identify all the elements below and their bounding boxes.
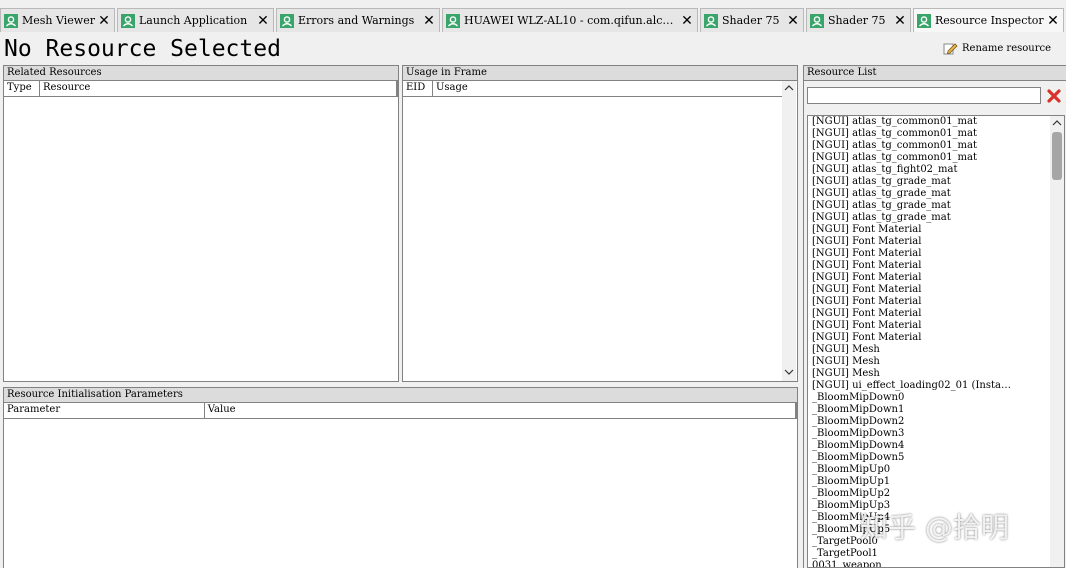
scrollbar-thumb[interactable] (1052, 132, 1062, 180)
tab-mesh-viewer[interactable]: Mesh Viewer ✕ (0, 8, 115, 32)
tab-shader-75-2[interactable]: Shader 75 ✕ (806, 8, 911, 32)
close-icon[interactable]: ✕ (96, 13, 112, 29)
list-item[interactable]: [NGUI] Mesh (812, 344, 1037, 356)
list-item[interactable]: [NGUI] atlas_tg_common01_mat (812, 140, 1037, 152)
list-item[interactable]: [NGUI] Font Material (812, 272, 1037, 284)
tab-label: HUAWEI WLZ-AL10 - com.qifun.alche… (464, 14, 679, 27)
column-value[interactable]: Value (205, 403, 796, 418)
tab-shader-75[interactable]: Shader 75 ✕ (700, 8, 804, 32)
user-icon (810, 13, 824, 28)
tab-bar: Mesh Viewer ✕ Launch Application ✕ Error… (0, 8, 1066, 32)
list-item[interactable]: [NGUI] atlas_tg_grade_mat (812, 188, 1037, 200)
list-item[interactable]: [NGUI] atlas_tg_grade_mat (812, 200, 1037, 212)
init-params-header: Parameter Value (4, 403, 797, 419)
list-item[interactable]: 0031_weapon (812, 560, 1037, 567)
list-item[interactable]: [NGUI] Font Material (812, 260, 1037, 272)
list-item[interactable]: _BloomMipDown0 (812, 392, 1037, 404)
user-icon (917, 13, 931, 28)
tab-label: Resource Inspector (935, 14, 1044, 27)
tab-label: Shader 75 (828, 14, 886, 27)
chevron-up-icon[interactable] (782, 81, 796, 95)
panel-title: Related Resources (4, 66, 398, 81)
related-resources-panel: Related Resources Type Resource (3, 65, 399, 382)
tab-label: Mesh Viewer (22, 14, 95, 27)
list-item[interactable]: [NGUI] Font Material (812, 332, 1037, 344)
list-item[interactable]: [NGUI] atlas_tg_grade_mat (812, 176, 1037, 188)
list-item[interactable]: [NGUI] Font Material (812, 320, 1037, 332)
tab-label: Launch Application (139, 14, 248, 27)
list-item[interactable]: _BloomMipUp0 (812, 464, 1037, 476)
list-item[interactable]: [NGUI] atlas_tg_grade_mat (812, 212, 1037, 224)
related-resources-header: Type Resource (4, 81, 398, 97)
list-item[interactable]: [NGUI] Font Material (812, 236, 1037, 248)
list-item[interactable]: [NGUI] atlas_tg_fight02_mat (812, 164, 1037, 176)
resource-init-params-panel: Resource Initialisation Parameters Param… (3, 387, 798, 568)
list-item[interactable]: [NGUI] Mesh (812, 368, 1037, 380)
column-type[interactable]: Type (4, 81, 40, 96)
list-item[interactable]: _BloomMipDown1 (812, 404, 1037, 416)
pencil-icon (943, 43, 958, 55)
user-icon (704, 13, 718, 28)
resource-search-input[interactable] (807, 87, 1041, 104)
close-icon[interactable]: ✕ (785, 13, 801, 29)
resource-search-row (807, 87, 1065, 107)
column-parameter[interactable]: Parameter (4, 403, 205, 418)
rename-resource-button[interactable]: Rename resource (942, 40, 1051, 56)
list-item[interactable]: [NGUI] Font Material (812, 296, 1037, 308)
list-item[interactable]: _BloomMipUp2 (812, 488, 1037, 500)
column-eid[interactable]: EID (403, 81, 433, 96)
chevron-down-icon[interactable] (782, 365, 796, 379)
list-item[interactable]: [NGUI] ui_effect_loading02_01 (Insta… (812, 380, 1037, 392)
list-item[interactable]: [NGUI] Font Material (812, 308, 1037, 320)
panel-title: Resource Initialisation Parameters (4, 388, 797, 403)
list-item[interactable]: _BloomMipUp1 (812, 476, 1037, 488)
list-item[interactable]: _BloomMipDown2 (812, 416, 1037, 428)
close-icon[interactable]: ✕ (1045, 13, 1061, 29)
close-icon[interactable]: ✕ (255, 13, 271, 29)
list-item[interactable]: _BloomMipDown3 (812, 428, 1037, 440)
close-icon[interactable]: ✕ (421, 13, 437, 29)
resource-list-scrollbar[interactable] (1050, 116, 1064, 567)
list-item[interactable]: [NGUI] Mesh (812, 356, 1037, 368)
user-icon (280, 13, 294, 28)
column-usage[interactable]: Usage (433, 81, 783, 96)
watermark: 知乎 @拾明 (860, 511, 1009, 544)
tab-huawei-capture[interactable]: HUAWEI WLZ-AL10 - com.qifun.alche… ✕ (442, 8, 698, 32)
list-item[interactable]: [NGUI] atlas_tg_common01_mat (812, 128, 1037, 140)
list-item[interactable]: _BloomMipDown4 (812, 440, 1037, 452)
tab-label: Errors and Warnings (298, 14, 415, 27)
list-item[interactable]: [NGUI] atlas_tg_common01_mat (812, 152, 1037, 164)
resource-list-items: [NGUI] atlas_tg_common01_mat [NGUI] atla… (808, 116, 1064, 567)
list-item[interactable]: [NGUI] Font Material (812, 224, 1037, 236)
user-icon (121, 13, 135, 28)
usage-in-frame-header: EID Usage (403, 81, 784, 97)
chevron-up-icon[interactable] (1050, 116, 1064, 130)
clear-search-icon[interactable] (1046, 88, 1062, 104)
usage-in-frame-panel: Usage in Frame EID Usage (402, 65, 798, 382)
list-item[interactable]: [NGUI] Font Material (812, 248, 1037, 260)
column-resource[interactable]: Resource (40, 81, 397, 96)
close-icon[interactable]: ✕ (679, 13, 695, 29)
tab-errors-and-warnings[interactable]: Errors and Warnings ✕ (276, 8, 440, 32)
rename-label: Rename resource (962, 42, 1052, 54)
tab-launch-application[interactable]: Launch Application ✕ (117, 8, 274, 32)
close-icon[interactable]: ✕ (892, 13, 908, 29)
list-item[interactable]: [NGUI] Font Material (812, 284, 1037, 296)
tab-label: Shader 75 (722, 14, 780, 27)
list-item[interactable]: _TargetPool1 (812, 548, 1037, 560)
page-title: No Resource Selected (4, 36, 281, 62)
panel-title: Usage in Frame (403, 66, 797, 81)
user-icon (446, 13, 460, 28)
user-icon (4, 13, 18, 28)
usage-scrollbar[interactable] (782, 81, 796, 381)
resource-list: [NGUI] atlas_tg_common01_mat [NGUI] atla… (807, 115, 1065, 568)
tab-resource-inspector[interactable]: Resource Inspector ✕ (913, 8, 1064, 32)
list-item[interactable]: _BloomMipDown5 (812, 452, 1037, 464)
panel-title: Resource List (804, 66, 1066, 81)
list-item[interactable]: [NGUI] atlas_tg_common01_mat (812, 116, 1037, 128)
